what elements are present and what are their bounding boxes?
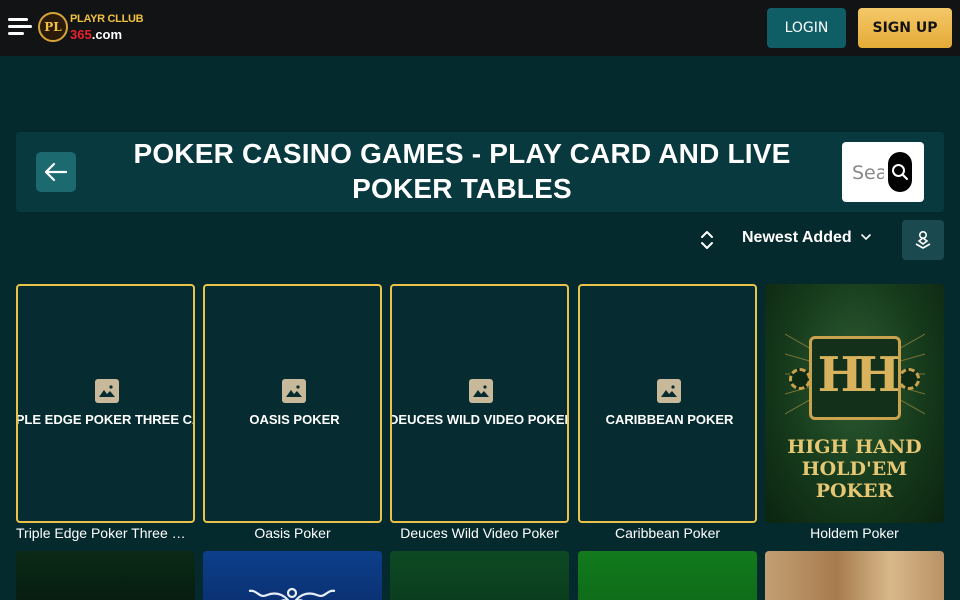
image-placeholder-icon — [282, 379, 306, 403]
site-logo[interactable]: PL PLAYR CLLUB 365.com — [38, 10, 148, 46]
category-title-bar: POKER CASINO GAMES - PLAY CARD AND LIVE … — [16, 132, 944, 212]
game-name: Caribbean Poker — [614, 525, 721, 541]
game-thumbnail: DEUCES WILD VIDEO POKER — [390, 284, 569, 523]
sort-toolbar: Newest Added — [0, 220, 960, 260]
search-input[interactable] — [852, 160, 884, 186]
sign-up-button[interactable]: SIGN UP — [858, 8, 952, 48]
search-button[interactable] — [888, 152, 912, 192]
search-box — [842, 142, 924, 202]
poker-chip-icon — [898, 368, 920, 390]
game-thumbnail: HH HIGH HAND HOLD'EM POKER — [765, 284, 944, 523]
hh-emblem: HH — [809, 336, 901, 420]
image-placeholder-icon — [95, 379, 119, 403]
game-thumbnail: OASIS POKER — [203, 284, 382, 523]
game-thumbnail: CARIBBEAN POKER — [578, 284, 757, 523]
game-thumbnail — [578, 551, 757, 600]
sort-selected-label: Newest Added — [742, 229, 852, 246]
artwork-title-line2: HOLD'EM POKER — [801, 458, 908, 502]
chevron-down-icon — [861, 234, 871, 241]
hamburger-menu-icon[interactable] — [8, 18, 32, 38]
artwork-title-line1: HIGH HAND — [787, 436, 922, 458]
image-placeholder-icon — [469, 379, 493, 403]
provider-filter-icon — [915, 230, 931, 249]
provider-filter-button[interactable] — [902, 220, 944, 260]
logo-mark-icon: PL — [38, 12, 68, 42]
game-thumbnail: TRIPLE EDGE POKER THREE CARD — [16, 284, 195, 523]
poker-chip-icon — [789, 368, 811, 390]
search-icon — [892, 164, 909, 181]
game-thumbnail — [765, 551, 944, 600]
arrow-left-icon — [44, 162, 68, 182]
top-navigation-bar: PL PLAYR CLLUB 365.com LOGIN SIGN UP — [0, 0, 960, 56]
thumbnail-title: CARIBBEAN POKER — [605, 412, 734, 427]
game-grid: TRIPLE EDGE POKER THREE CARD Triple Edge… — [16, 284, 944, 600]
page-title: POKER CASINO GAMES - PLAY CARD AND LIVE … — [133, 138, 791, 204]
game-thumbnail — [16, 551, 195, 600]
image-placeholder-icon — [657, 379, 681, 403]
game-name: Deuces Wild Video Poker — [400, 525, 559, 541]
game-name: Triple Edge Poker Three Card — [16, 525, 195, 541]
game-thumbnail — [203, 551, 382, 600]
thumbnail-title: OASIS POKER — [249, 412, 340, 427]
logo-brand-text: PLAYR CLLUB — [70, 13, 144, 25]
back-button[interactable] — [36, 152, 76, 192]
game-name: Oasis Poker — [254, 525, 331, 541]
thumbnail-title: TRIPLE EDGE POKER THREE CARD — [16, 412, 193, 427]
game-name: Holdem Poker — [810, 525, 899, 541]
login-button[interactable]: LOGIN — [767, 8, 846, 48]
ornament-decoration — [248, 587, 336, 600]
game-thumbnail — [390, 551, 569, 600]
thumbnail-title: DEUCES WILD VIDEO POKER — [390, 412, 569, 427]
sort-dropdown[interactable]: Newest Added — [742, 229, 872, 251]
logo-domain-text: 365.com — [70, 27, 123, 42]
sort-updown-icon[interactable] — [698, 229, 716, 251]
